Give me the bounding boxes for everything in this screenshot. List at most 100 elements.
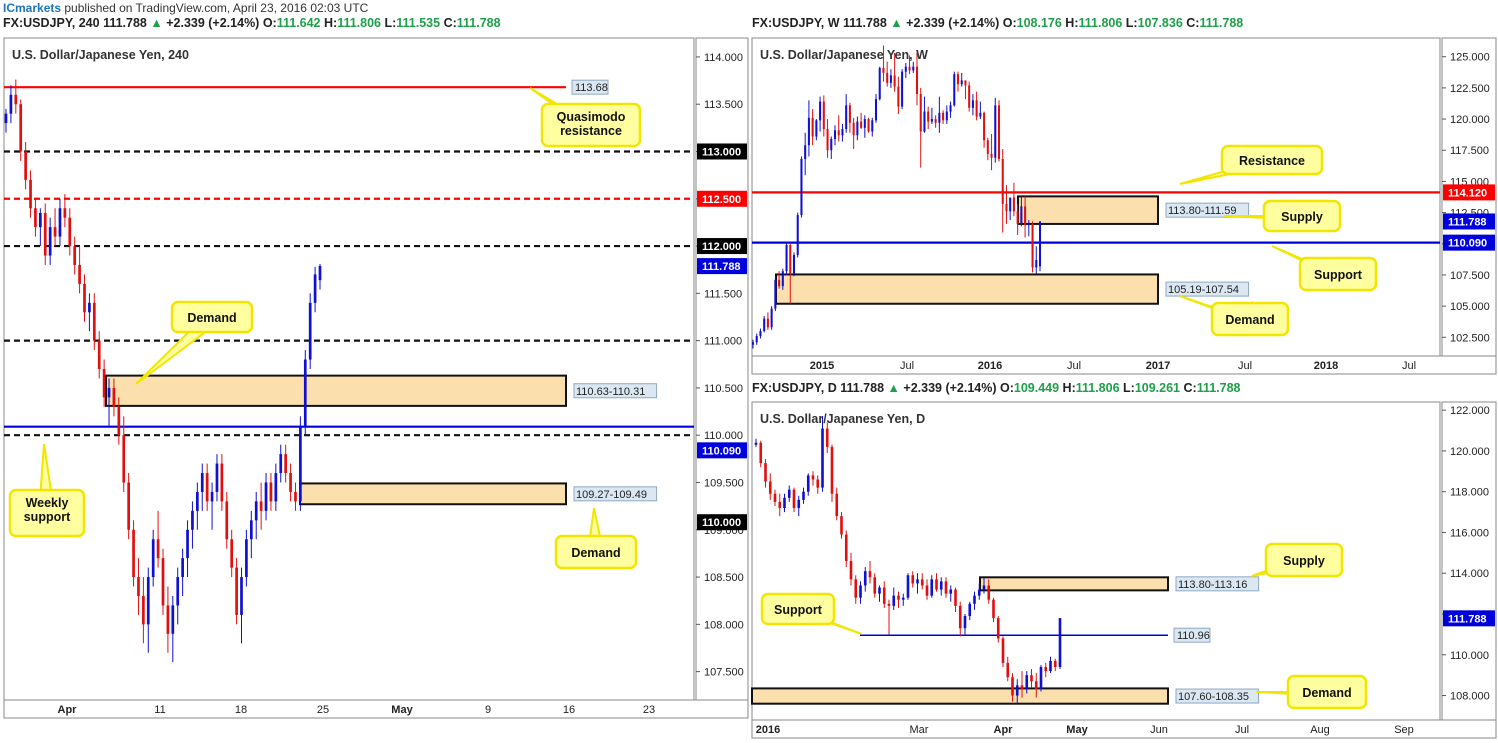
candle-body	[107, 387, 111, 398]
candle-body	[968, 603, 972, 617]
candle-body	[1006, 662, 1010, 678]
x-tick-label: May	[391, 704, 413, 716]
candle-body	[778, 279, 781, 287]
candle-body	[964, 80, 967, 86]
zone-rect	[105, 374, 567, 407]
candle-body	[1044, 667, 1048, 672]
candle-body	[792, 254, 796, 274]
candle-body	[916, 579, 919, 584]
candle-body	[181, 558, 184, 578]
y-tick-label: 111.500	[704, 288, 742, 300]
y-tick-label: 107.500	[1450, 270, 1490, 282]
last-price-text: 111.788	[1448, 216, 1487, 228]
y-tick-label: 120.000	[1450, 114, 1490, 126]
candle-body	[874, 99, 878, 121]
candle-body	[977, 589, 981, 596]
level-label: 113.68	[575, 82, 608, 94]
pane-title: U.S. Dollar/Japanese Yen, W	[760, 48, 928, 62]
candle-body	[835, 493, 839, 517]
y-tick-label: 109.500	[704, 477, 744, 489]
candle-body	[770, 308, 773, 328]
candle-body	[43, 212, 47, 256]
candle-body	[912, 66, 915, 71]
x-tick-label: May	[1066, 724, 1088, 736]
x-tick-label: Jul	[1235, 724, 1249, 736]
y-tick-label: 108.000	[704, 619, 744, 631]
callout-text: Demand	[571, 546, 620, 560]
candle-body	[927, 111, 930, 122]
candle-body	[868, 571, 872, 578]
candle-body	[1034, 681, 1038, 690]
candle-body	[186, 529, 189, 559]
candle-body	[816, 479, 820, 488]
candle-body	[127, 482, 131, 530]
y-tick-label: 108.500	[704, 572, 744, 584]
candle-body	[1031, 223, 1034, 268]
candle-body	[796, 215, 799, 255]
candle-body	[97, 340, 101, 369]
candle-body	[754, 442, 758, 445]
candle-body	[783, 497, 786, 508]
y-tick-label: 107.500	[704, 667, 744, 679]
y-tick-label: 118.000	[1450, 487, 1489, 499]
candle-body	[1016, 211, 1019, 224]
candle-body	[994, 105, 997, 158]
candle-body	[802, 491, 805, 500]
candle-body	[34, 208, 37, 228]
x-tick-label: 18	[235, 704, 247, 716]
x-tick-label: 25	[317, 704, 329, 716]
candle-body	[897, 86, 900, 107]
candle-body	[1024, 206, 1027, 226]
candle-body	[1035, 259, 1038, 268]
candle-body	[958, 605, 962, 629]
candle-body	[854, 579, 858, 598]
y-tick-label: 105.000	[1450, 301, 1490, 313]
candle-body	[245, 539, 248, 578]
candle-body	[938, 112, 941, 123]
candle-body	[14, 94, 18, 105]
zone-label: 109.27-109.49	[576, 489, 647, 501]
callout-text: Demand	[1302, 686, 1351, 700]
x-tick-label: 2018	[1314, 360, 1338, 372]
candle-body	[942, 112, 945, 121]
candle-body	[987, 585, 991, 600]
x-tick-label: 9	[485, 704, 491, 716]
candle-body	[939, 581, 943, 590]
level-axis-text: 112.500	[702, 194, 741, 206]
callout-text: Demand	[1225, 313, 1274, 327]
candle-body	[751, 342, 755, 345]
y-tick-label: 113.500	[704, 99, 743, 111]
candle-body	[882, 67, 885, 73]
y-tick-label: 102.500	[1450, 332, 1490, 344]
candle-body	[1038, 221, 1042, 267]
candle-body	[821, 428, 824, 488]
candle-body	[289, 473, 292, 492]
candle-body	[873, 577, 877, 594]
y-tick-label: 110.500	[704, 383, 743, 395]
candle-body	[915, 66, 919, 95]
level-axis-text: 114.120	[1448, 187, 1487, 199]
candle-body	[279, 454, 283, 474]
candle-body	[886, 72, 889, 83]
candle-body	[841, 129, 844, 136]
candle-body	[954, 589, 957, 606]
candle-body	[845, 105, 848, 130]
candle-body	[230, 539, 234, 568]
x-tick-label: 2015	[810, 360, 834, 372]
candle-body	[944, 581, 948, 594]
candle-body	[151, 539, 155, 578]
candle-body	[210, 491, 214, 502]
candle-body	[176, 577, 180, 606]
candle-body	[996, 618, 1000, 639]
charts-canvas[interactable]: U.S. Dollar/Japanese Yen, 240 114.000 113.…	[0, 0, 1498, 743]
candle-body	[904, 66, 907, 72]
candle-body	[925, 585, 929, 596]
candle-body	[792, 489, 796, 508]
time-axis	[3, 699, 749, 719]
candle-body	[956, 74, 960, 85]
candle-body	[205, 473, 209, 502]
y-tick-label: 125.000	[1450, 52, 1490, 64]
candle-body	[971, 100, 974, 108]
candle-body	[778, 501, 782, 508]
y-tick-label: 108.000	[1450, 691, 1490, 703]
